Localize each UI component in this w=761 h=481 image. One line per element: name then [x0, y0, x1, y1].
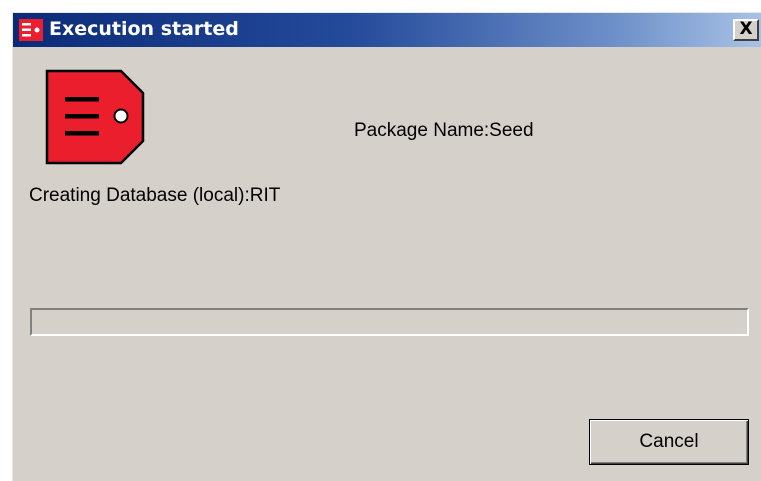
dialog-title: Execution started	[49, 18, 239, 40]
package-name-label: Package Name:Seed	[354, 120, 534, 141]
title-bar[interactable]: Execution started X	[13, 13, 761, 47]
package-tag-icon	[45, 69, 145, 165]
execution-dialog: Execution started X Package Name:Seed Cr…	[12, 12, 761, 481]
close-icon: X	[739, 19, 753, 39]
close-button[interactable]: X	[733, 19, 759, 41]
progress-bar	[30, 308, 749, 336]
status-text: Creating Database (local):RIT	[29, 185, 281, 206]
app-logo-icon	[19, 19, 43, 41]
cancel-button[interactable]: Cancel	[589, 419, 749, 465]
